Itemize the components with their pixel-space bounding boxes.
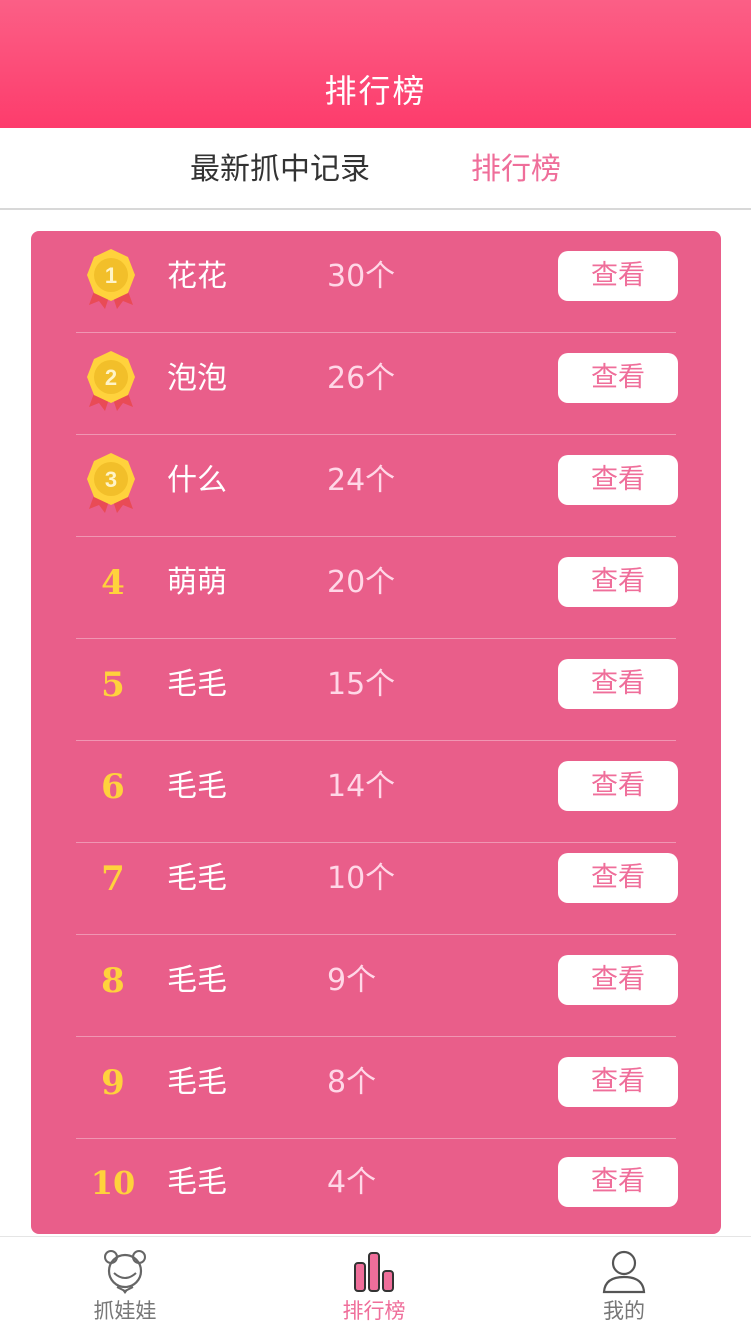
player-name: 萌萌 xyxy=(167,565,227,600)
tabbar-label: 我的 xyxy=(603,1299,645,1323)
rank-number: 8 xyxy=(101,961,125,1001)
catch-count: 15个 xyxy=(327,667,396,702)
tab-latest-catches[interactable]: 最新抓中记录 xyxy=(190,148,370,192)
ranking-row: 8 毛毛 9个 查看 xyxy=(31,935,721,1037)
rank-number: 4 xyxy=(101,563,125,603)
view-button[interactable]: 查看 xyxy=(558,557,678,607)
ranking-icon xyxy=(354,1252,394,1292)
view-button[interactable]: 查看 xyxy=(558,853,678,903)
ranking-row: 5 毛毛 15个 查看 xyxy=(31,639,721,741)
ranking-list: 1 花花 30个 查看 2 泡泡 26个 查看 3 什么 24个 查看 4 萌萌… xyxy=(31,231,721,1234)
player-name: 毛毛 xyxy=(167,1165,227,1200)
tabbar-label: 抓娃娃 xyxy=(93,1299,157,1323)
player-name: 什么 xyxy=(167,463,227,498)
gold-medal-icon: 3 xyxy=(87,453,135,513)
view-button[interactable]: 查看 xyxy=(558,455,678,505)
ranking-row: 9 毛毛 8个 查看 xyxy=(31,1037,721,1139)
player-name: 毛毛 xyxy=(167,963,227,998)
bottom-tab-bar: 抓娃娃 排行榜 我的 xyxy=(0,1236,751,1333)
catch-count: 26个 xyxy=(327,361,396,396)
tabbar-item-ranking[interactable]: 排行榜 xyxy=(304,1237,444,1333)
view-button[interactable]: 查看 xyxy=(558,955,678,1005)
catch-count: 24个 xyxy=(327,463,396,498)
catch-count: 9个 xyxy=(327,963,377,998)
app-header: 排行榜 xyxy=(0,0,751,128)
ranking-row: 3 什么 24个 查看 xyxy=(31,435,721,537)
medal-rank-text: 3 xyxy=(105,467,117,492)
medal-rank-text: 1 xyxy=(105,263,117,288)
rank-number: 10 xyxy=(90,1164,136,1202)
catch-count: 8个 xyxy=(327,1065,377,1100)
player-name: 花花 xyxy=(167,259,227,294)
ranking-row: 2 泡泡 26个 查看 xyxy=(31,333,721,435)
player-name: 泡泡 xyxy=(167,361,227,396)
rank-number: 7 xyxy=(101,859,125,899)
catch-count: 14个 xyxy=(327,769,396,804)
segment-tabs: 最新抓中记录 排行榜 xyxy=(0,128,751,210)
tabbar-item-claw[interactable]: 抓娃娃 xyxy=(55,1237,195,1333)
tab-ranking[interactable]: 排行榜 xyxy=(471,148,561,192)
player-name: 毛毛 xyxy=(167,1065,227,1100)
player-name: 毛毛 xyxy=(167,861,227,896)
player-name: 毛毛 xyxy=(167,667,227,702)
view-button[interactable]: 查看 xyxy=(558,251,678,301)
catch-count: 20个 xyxy=(327,565,396,600)
rank-number: 5 xyxy=(101,665,125,705)
catch-count: 10个 xyxy=(327,861,396,896)
doll-icon xyxy=(104,1250,146,1294)
view-button[interactable]: 查看 xyxy=(558,761,678,811)
user-icon xyxy=(602,1250,646,1294)
view-button[interactable]: 查看 xyxy=(558,659,678,709)
ranking-row: 1 花花 30个 查看 xyxy=(31,231,721,333)
medal-rank-text: 2 xyxy=(105,365,117,390)
view-button[interactable]: 查看 xyxy=(558,353,678,403)
gold-medal-icon: 2 xyxy=(87,351,135,411)
ranking-row: 4 萌萌 20个 查看 xyxy=(31,537,721,639)
catch-count: 30个 xyxy=(327,259,396,294)
page-title: 排行榜 xyxy=(324,72,427,110)
rank-number: 9 xyxy=(101,1063,125,1103)
player-name: 毛毛 xyxy=(167,769,227,804)
view-button[interactable]: 查看 xyxy=(558,1157,678,1207)
catch-count: 4个 xyxy=(327,1165,377,1200)
ranking-row: 6 毛毛 14个 查看 xyxy=(31,741,721,843)
gold-medal-icon: 1 xyxy=(87,249,135,309)
ranking-row: 7 毛毛 10个 查看 xyxy=(31,833,721,935)
tabbar-item-profile[interactable]: 我的 xyxy=(554,1237,694,1333)
tabbar-label: 排行榜 xyxy=(342,1299,406,1323)
view-button[interactable]: 查看 xyxy=(558,1057,678,1107)
ranking-row: 10 毛毛 4个 查看 xyxy=(31,1137,721,1239)
rank-number: 6 xyxy=(101,767,125,807)
